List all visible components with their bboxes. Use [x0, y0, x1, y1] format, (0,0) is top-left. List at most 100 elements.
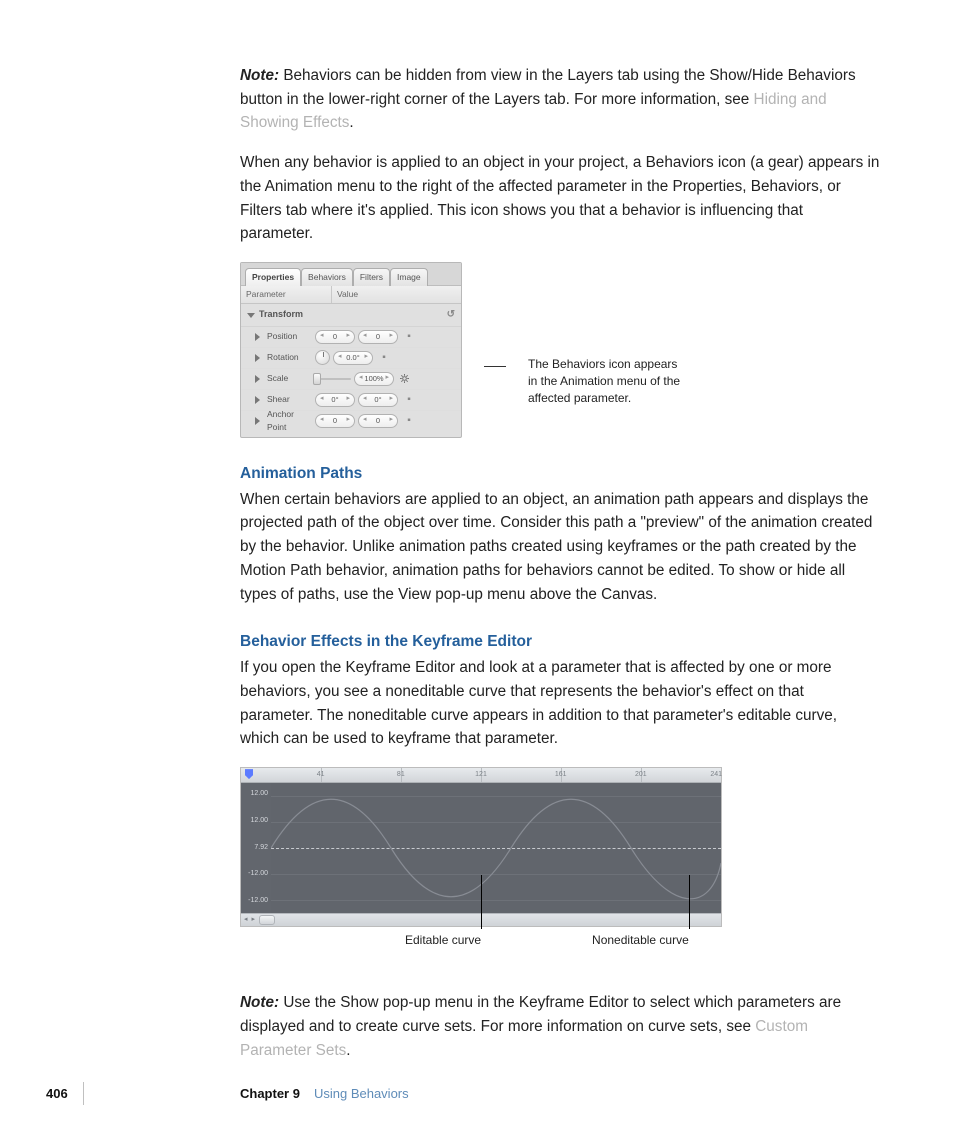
figure-properties-panel: Properties Behaviors Filters Image Param…	[240, 262, 880, 438]
animation-menu-icon[interactable]: ▪	[404, 392, 414, 408]
footer-rule	[83, 1082, 84, 1105]
scale-value: 100%	[364, 373, 383, 385]
stepper-right-icon[interactable]: ▸	[389, 415, 393, 426]
scrollbar-right-arrow-icon[interactable]: ▸	[252, 915, 256, 926]
stepper-right-icon[interactable]: ▸	[346, 394, 350, 405]
stepper-right-icon[interactable]: ▸	[346, 415, 350, 426]
stepper-right-icon[interactable]: ▸	[364, 352, 368, 363]
animation-menu-icon[interactable]: ▪	[379, 350, 389, 366]
position-y-stepper[interactable]: ◂ 0 ▸	[358, 330, 398, 344]
animation-menu-icon[interactable]: ▪	[404, 413, 414, 429]
ruler-tick-label: 241	[710, 770, 722, 781]
anchor-x-value: 0	[333, 415, 337, 427]
chapter-title: Using Behaviors	[314, 1086, 409, 1101]
animation-menu-icon[interactable]: ▪	[404, 329, 414, 345]
page-footer: 406 Chapter 9 Using Behaviors	[0, 1086, 954, 1101]
disclosure-triangle-right-icon[interactable]	[255, 375, 260, 383]
anchor-y-stepper[interactable]: ◂ 0 ▸	[358, 414, 398, 428]
rotation-value: 0.0°	[346, 352, 359, 364]
disclosure-triangle-right-icon[interactable]	[255, 417, 260, 425]
stepper-left-icon[interactable]: ◂	[320, 331, 324, 342]
stepper-left-icon[interactable]: ◂	[320, 415, 324, 426]
position-x-value: 0	[333, 331, 337, 343]
param-label-rotation: Rotation	[267, 351, 299, 364]
keyframe-ruler[interactable]: 41 81 121 161 201 241	[241, 768, 721, 783]
stepper-left-icon[interactable]: ◂	[320, 394, 324, 405]
page: Note: Behaviors can be hidden from view …	[0, 0, 954, 1145]
stepper-left-icon[interactable]: ◂	[338, 352, 342, 363]
figure-keyframe-editor: 41 81 121 161 201 241 12.00 12.00 7.92 -…	[240, 767, 880, 985]
scrollbar-thumb[interactable]	[259, 915, 275, 925]
shear-y-stepper[interactable]: ◂ 0° ▸	[358, 393, 398, 407]
y-axis-label: 7.92	[244, 843, 268, 854]
y-axis-label: -12.00	[244, 869, 268, 880]
callout-noneditable-curve: Noneditable curve	[592, 931, 689, 950]
keyframe-plot[interactable]	[271, 783, 721, 913]
stepper-left-icon[interactable]: ◂	[359, 373, 363, 384]
ruler-tick-label: 161	[555, 770, 567, 781]
param-label-shear: Shear	[267, 393, 290, 406]
tab-behaviors[interactable]: Behaviors	[301, 268, 353, 286]
disclosure-triangle-right-icon[interactable]	[255, 333, 260, 341]
heading-behavior-effects-keyframe: Behavior Effects in the Keyframe Editor	[240, 630, 880, 654]
y-axis-label: -12.00	[244, 896, 268, 907]
shear-y-value: 0°	[374, 394, 381, 406]
anchor-x-stepper[interactable]: ◂ 0 ▸	[315, 414, 355, 428]
shear-x-stepper[interactable]: ◂ 0° ▸	[315, 393, 355, 407]
stepper-left-icon[interactable]: ◂	[363, 415, 367, 426]
note-paragraph-1: Note: Behaviors can be hidden from view …	[240, 64, 880, 135]
ruler-tick-label: 41	[317, 770, 325, 781]
scale-slider[interactable]	[315, 374, 351, 384]
inspector-panel: Properties Behaviors Filters Image Param…	[240, 262, 462, 438]
note2-text-a: Use the Show pop-up menu in the Keyframe…	[240, 994, 841, 1035]
rotation-stepper[interactable]: ◂ 0.0° ▸	[333, 351, 373, 365]
panel-column-headers: Parameter Value	[241, 285, 461, 304]
page-number: 406	[46, 1086, 68, 1101]
row-rotation: Rotation ◂ 0.0° ▸ ▪	[241, 348, 461, 369]
stepper-right-icon[interactable]: ▸	[346, 331, 350, 342]
chapter-label: Chapter 9	[240, 1086, 300, 1101]
scale-stepper[interactable]: ◂ 100% ▸	[354, 372, 394, 386]
stepper-right-icon[interactable]: ▸	[385, 373, 389, 384]
paragraph-behavior-icon: When any behavior is applied to an objec…	[240, 151, 880, 246]
tab-filters[interactable]: Filters	[353, 268, 390, 286]
tab-image[interactable]: Image	[390, 268, 428, 286]
behaviors-gear-icon[interactable]	[400, 374, 409, 383]
disclosure-triangle-right-icon[interactable]	[255, 396, 260, 404]
playhead-icon[interactable]	[245, 769, 253, 779]
heading-animation-paths: Animation Paths	[240, 462, 880, 486]
scrollbar-left-arrow-icon[interactable]: ◂	[244, 915, 248, 926]
stepper-right-icon[interactable]: ▸	[389, 394, 393, 405]
ruler-tick-label: 81	[397, 770, 405, 781]
disclosure-triangle-right-icon[interactable]	[255, 354, 260, 362]
group-transform[interactable]: Transform ↺	[241, 304, 461, 327]
keyframe-y-axis: 12.00 12.00 7.92 -12.00 -12.00	[241, 783, 271, 913]
paragraph-animation-paths: When certain behaviors are applied to an…	[240, 488, 880, 607]
stepper-right-icon[interactable]: ▸	[389, 331, 393, 342]
position-y-value: 0	[376, 331, 380, 343]
rotation-dial[interactable]	[315, 350, 330, 365]
note-paragraph-2: Note: Use the Show pop-up menu in the Ke…	[240, 991, 880, 1062]
ruler-tick-label: 201	[635, 770, 647, 781]
noneditable-curve	[271, 783, 721, 913]
stepper-left-icon[interactable]: ◂	[363, 331, 367, 342]
tab-properties[interactable]: Properties	[245, 268, 301, 286]
group-label: Transform	[259, 308, 303, 322]
content-column: Note: Behaviors can be hidden from view …	[240, 64, 880, 1062]
callout-editable-curve: Editable curve	[405, 931, 481, 950]
position-x-stepper[interactable]: ◂ 0 ▸	[315, 330, 355, 344]
disclosure-triangle-down-icon[interactable]	[247, 313, 255, 318]
note-label: Note:	[240, 994, 279, 1011]
row-position: Position ◂ 0 ▸ ◂ 0 ▸ ▪	[241, 327, 461, 348]
row-scale: Scale ◂ 100% ▸	[241, 369, 461, 390]
callout-leader-line	[481, 875, 482, 929]
reset-arrow-icon[interactable]: ↺	[447, 307, 455, 323]
stepper-left-icon[interactable]: ◂	[363, 394, 367, 405]
row-anchor-point: Anchor Point ◂ 0 ▸ ◂ 0 ▸ ▪	[241, 411, 461, 431]
column-parameter: Parameter	[241, 286, 332, 303]
note1-text-c: .	[349, 114, 353, 131]
keyframe-callouts: Editable curve Noneditable curve	[240, 931, 720, 985]
note-label: Note:	[240, 67, 279, 84]
param-label-scale: Scale	[267, 372, 288, 385]
param-label-anchor: Anchor Point	[267, 408, 315, 434]
